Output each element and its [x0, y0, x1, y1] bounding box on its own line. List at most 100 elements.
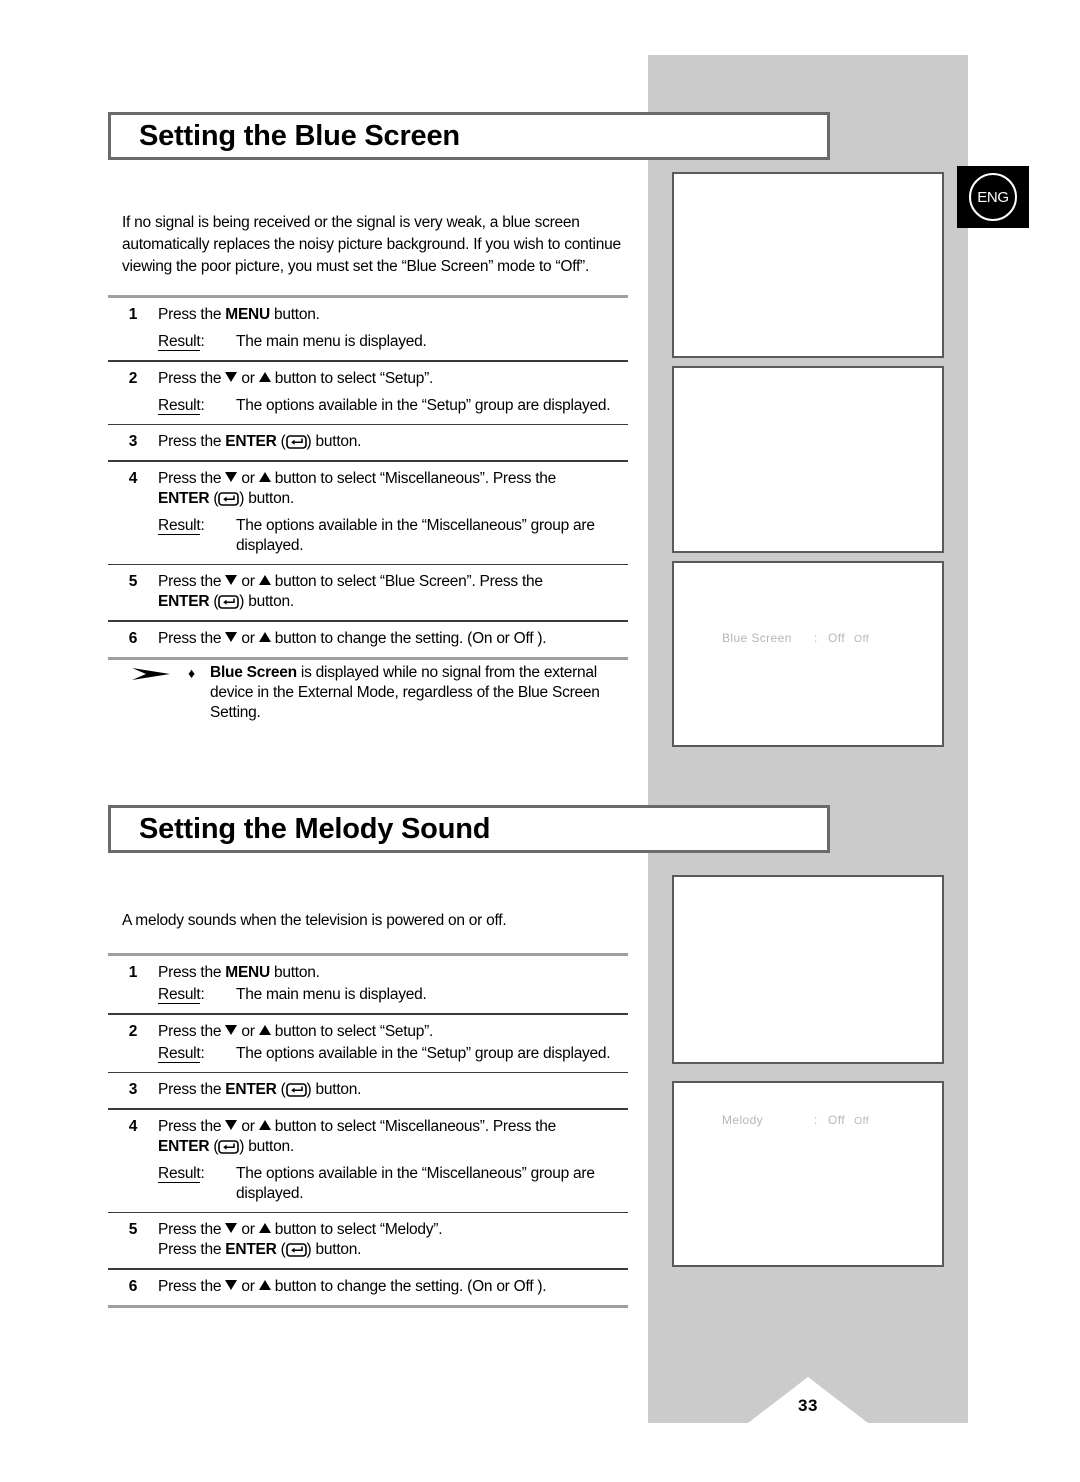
arrow-up-icon — [258, 575, 271, 585]
arrow-down-icon — [225, 1119, 238, 1130]
osd-melody-value: Off — [828, 1113, 845, 1127]
enter-key-icon — [218, 1139, 240, 1154]
step-number: 3 — [128, 1081, 138, 1098]
step-bold-key: ENTER — [225, 433, 277, 450]
step-text: button to select “Blue Screen”. Press th… — [270, 573, 543, 590]
section-intro-blue-screen: If no signal is being received or the si… — [122, 214, 621, 275]
step-line: Press the or button to select “Setup”. — [158, 1022, 628, 1042]
step-text: button. — [244, 1137, 294, 1155]
enter-key-icon — [218, 491, 240, 506]
step-line: Press the MENU button. — [158, 305, 628, 325]
step-line: Press the or button to select “Miscellan… — [158, 469, 628, 489]
step-text: button to change the setting. (On or Off… — [270, 629, 547, 647]
step-number: 2 — [128, 1022, 138, 1040]
step-result-label-text: Result — [158, 986, 201, 1004]
step-text: or — [237, 369, 259, 387]
step-text: Press the — [158, 433, 226, 450]
step-line: ENTER () button. — [158, 1137, 294, 1155]
arrow-up-icon — [258, 631, 271, 642]
step-number: 3 — [128, 433, 138, 450]
step-result-label: Result: — [158, 516, 205, 535]
step-result-label-text: Result — [158, 516, 201, 535]
step-text: button to select “Miscellaneous”. Press … — [270, 469, 557, 487]
step-text: button to select “Setup”. — [270, 1022, 434, 1040]
osd-melody-colon: : — [814, 1113, 818, 1127]
enter-key-icon — [285, 435, 307, 449]
step-text: Press the — [158, 306, 226, 323]
step-body: Press the MENU button. Result: The main … — [158, 963, 628, 1005]
step-body: Press the ENTER () button. — [158, 432, 628, 452]
arrow-down-icon — [225, 575, 238, 585]
step-body: Press the or button to select “Blue Scre… — [158, 572, 628, 612]
osd-blue-screen-line: Blue Screen: Off Off — [674, 631, 942, 645]
step-text: Press the — [158, 573, 226, 590]
step-result-text: The options available in the “Setup” gro… — [236, 1044, 611, 1062]
step-result-label-text: Result — [158, 396, 201, 415]
step-result-label-text: Result — [158, 1044, 201, 1063]
arrow-up-icon — [258, 371, 271, 382]
note-block: ♦ Blue Screen is displayed while no sign… — [130, 663, 640, 723]
step-bold-key: MENU — [225, 964, 270, 981]
step-result-row: Result: The options available in the “Mi… — [158, 1164, 628, 1204]
steps-bottom-rule — [108, 656, 628, 660]
step-line: ENTER () button. — [158, 593, 294, 610]
step-number: 6 — [128, 629, 138, 647]
step-line: ENTER () button. — [158, 489, 294, 507]
step-text: or — [237, 1117, 259, 1135]
step-text: button to select “Melody”. — [270, 1221, 443, 1238]
step-item: 6 Press the or button to change the sett… — [108, 622, 628, 657]
section-heading-melody-sound: Setting the Melody Sound — [108, 805, 830, 853]
arrow-up-icon — [258, 471, 271, 482]
step-text: Press the — [158, 964, 226, 981]
step-text: Press the — [158, 1022, 226, 1040]
step-line: Press the or button to change the settin… — [158, 629, 628, 649]
step-item: 4 Press the or button to select “Miscell… — [108, 1110, 628, 1212]
language-badge: ENG — [957, 166, 1029, 228]
step-bold-key: ENTER — [158, 489, 210, 507]
step-line: Press the MENU button. — [158, 963, 628, 983]
osd-blue-screen-colon: : — [814, 631, 818, 645]
step-bold-key: MENU — [225, 306, 270, 323]
enter-key-icon — [285, 1243, 307, 1257]
language-badge-label: ENG — [969, 173, 1017, 221]
osd-screenshot-box-5: Melody: Off Off — [672, 1081, 944, 1267]
step-number: 5 — [128, 1221, 138, 1238]
step-body: Press the MENU button. Result: The main … — [158, 305, 628, 352]
step-text: button. — [244, 593, 294, 610]
step-result-row: Result: The options available in the “Se… — [158, 396, 628, 416]
step-result-row: Result: The main menu is displayed. — [158, 985, 628, 1005]
osd-melody-label: Melody — [722, 1113, 764, 1127]
page-number: 33 — [798, 1396, 818, 1415]
step-text: button. — [311, 1241, 362, 1258]
step-line: Press the ENTER () button. — [158, 1081, 362, 1098]
step-body: Press the or button to select “Miscellan… — [158, 469, 628, 556]
steps-bottom-rule — [108, 1304, 628, 1308]
step-item: 6 Press the or button to change the sett… — [108, 1270, 628, 1305]
step-result-label-text: Result — [158, 1164, 201, 1183]
osd-melody-line: Melody: Off Off — [674, 1113, 942, 1127]
step-bold-key: ENTER — [225, 1241, 277, 1258]
step-text: or — [237, 1022, 259, 1040]
step-body: Press the or button to select “Melody”. … — [158, 1220, 628, 1260]
step-result-row: Result: The main menu is displayed. — [158, 332, 628, 352]
step-text: Press the — [158, 1081, 226, 1098]
step-number: 1 — [128, 306, 138, 323]
step-number: 1 — [128, 964, 138, 981]
step-number: 6 — [128, 1277, 138, 1295]
enter-key-icon — [218, 595, 240, 609]
step-bold-key: ENTER — [158, 1137, 210, 1155]
steps-list-blue-screen: 1 Press the MENU button. Result: The mai… — [108, 295, 628, 660]
arrow-down-icon — [225, 1024, 238, 1035]
step-item: 4 Press the or button to select “Miscell… — [108, 462, 628, 564]
step-text: Press the — [158, 369, 226, 387]
step-bold-key: ENTER — [225, 1081, 277, 1098]
osd-blue-screen-value-small: Off — [854, 633, 870, 645]
step-text: or — [237, 629, 259, 647]
step-result-text: The main menu is displayed. — [236, 333, 427, 350]
step-line: Press the ENTER () button. — [158, 1241, 362, 1258]
step-text: Press the — [158, 629, 226, 647]
step-number: 5 — [128, 573, 138, 590]
step-text: button to select “Miscellaneous”. Press … — [270, 1117, 557, 1135]
step-line: Press the or button to select “Miscellan… — [158, 1117, 628, 1137]
step-number: 4 — [128, 469, 138, 487]
